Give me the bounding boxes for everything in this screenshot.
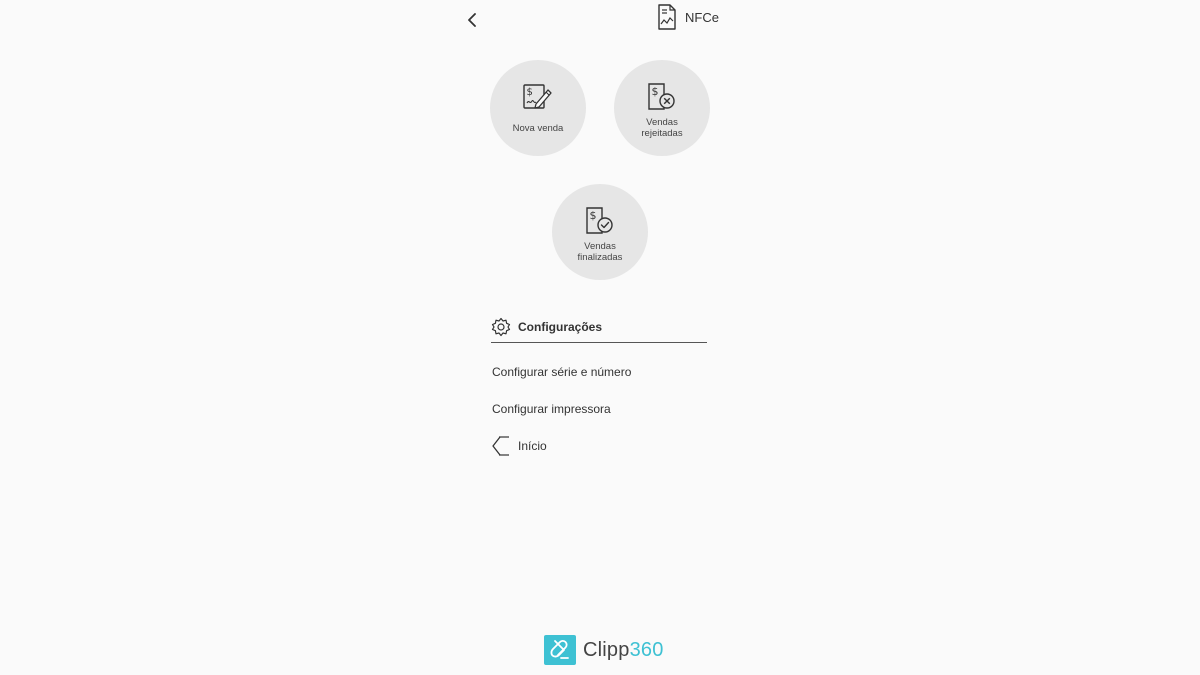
- back-button[interactable]: [462, 9, 482, 31]
- new-sale-label: Nova venda: [512, 123, 564, 134]
- config-section-title: Configurações: [518, 320, 603, 334]
- document-chart-icon: [658, 4, 676, 30]
- brand-logo: Clipp360: [544, 635, 664, 665]
- menu-home[interactable]: Início: [492, 436, 547, 456]
- chevron-left-icon: [468, 13, 476, 27]
- svg-text:$: $: [652, 85, 659, 98]
- completed-sales-button[interactable]: $ Vendas finalizadas: [552, 184, 648, 280]
- completed-sales-label: Vendas finalizadas: [577, 241, 623, 263]
- page-title-label: NFCe: [685, 9, 719, 25]
- svg-text:$: $: [590, 209, 597, 222]
- gear-icon: [491, 317, 511, 337]
- brand-name: Clipp360: [583, 639, 664, 662]
- app-root: NFCe $ Nova venda $ Vendas rejeitadas $ …: [0, 0, 1200, 675]
- document-dollar-x-icon: $: [648, 83, 675, 110]
- document-dollar-pen-icon: $: [523, 84, 552, 109]
- menu-home-label: Início: [518, 439, 547, 453]
- brand-name-accent: 360: [629, 638, 664, 661]
- new-sale-button[interactable]: $ Nova venda: [490, 60, 586, 156]
- menu-configure-printer[interactable]: Configurar impressora: [492, 402, 611, 416]
- svg-text:$: $: [527, 87, 533, 98]
- page-title: NFCe: [657, 2, 719, 32]
- config-section-header: Configurações: [491, 312, 707, 343]
- menu-configure-series[interactable]: Configurar série e número: [492, 365, 631, 379]
- rejected-sales-label: Vendas rejeitadas: [641, 117, 683, 139]
- rejected-sales-button[interactable]: $ Vendas rejeitadas: [614, 60, 710, 156]
- home-chevron-icon: [492, 436, 509, 456]
- clipp-logo-icon: [544, 635, 576, 665]
- brand-name-main: Clipp: [583, 638, 630, 661]
- document-dollar-check-icon: $: [586, 207, 613, 234]
